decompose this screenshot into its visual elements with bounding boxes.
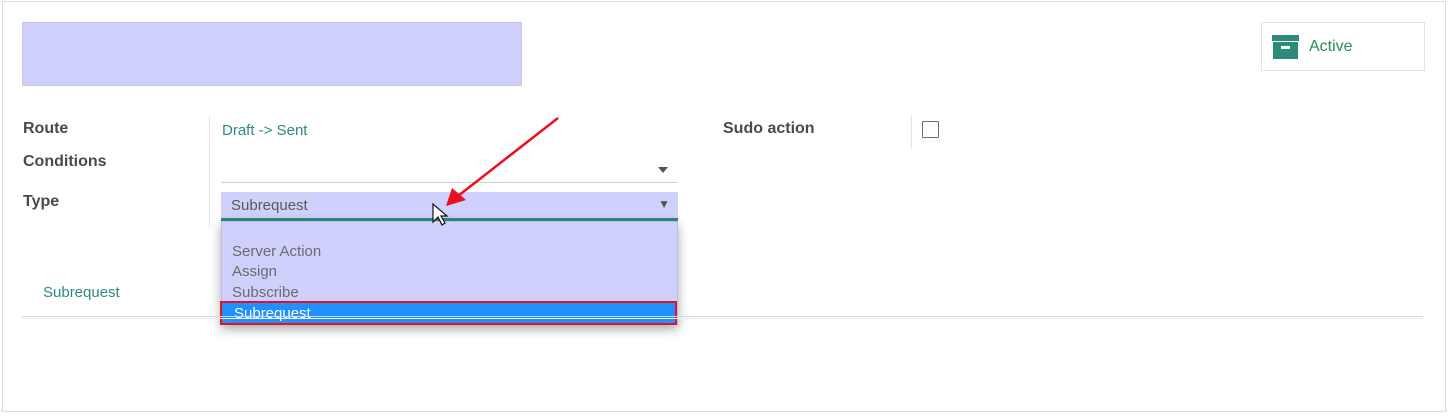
sudo-action-label: Sudo action bbox=[723, 120, 815, 137]
record-title-field[interactable] bbox=[22, 22, 522, 86]
archive-box-icon bbox=[1272, 33, 1299, 60]
route-link[interactable]: Draft -> Sent bbox=[222, 122, 307, 139]
tab-divider bbox=[22, 316, 1423, 317]
type-dropdown-list: Server Action Assign Subscribe Subreques… bbox=[220, 221, 678, 325]
conditions-select[interactable] bbox=[221, 157, 678, 183]
active-toggle-button[interactable]: Active bbox=[1261, 22, 1425, 71]
sudo-divider bbox=[911, 116, 912, 148]
active-label: Active bbox=[1309, 37, 1353, 55]
type-option-subscribe[interactable]: Subscribe bbox=[232, 283, 299, 303]
type-select-value: Subrequest bbox=[231, 197, 308, 214]
route-label: Route bbox=[23, 120, 69, 137]
label-divider bbox=[209, 116, 210, 228]
chevron-down-icon: ▼ bbox=[658, 197, 670, 211]
sudo-action-checkbox[interactable] bbox=[922, 121, 939, 138]
tab-subrequest[interactable]: Subrequest bbox=[43, 284, 120, 301]
type-label: Type bbox=[23, 193, 60, 210]
type-option-assign[interactable]: Assign bbox=[232, 262, 277, 282]
type-option-subrequest[interactable]: Subrequest bbox=[220, 301, 677, 325]
type-select[interactable]: Subrequest ▼ bbox=[221, 192, 678, 221]
chevron-down-icon bbox=[658, 167, 668, 173]
conditions-label: Conditions bbox=[23, 153, 107, 170]
type-option-server-action[interactable]: Server Action bbox=[232, 242, 321, 262]
